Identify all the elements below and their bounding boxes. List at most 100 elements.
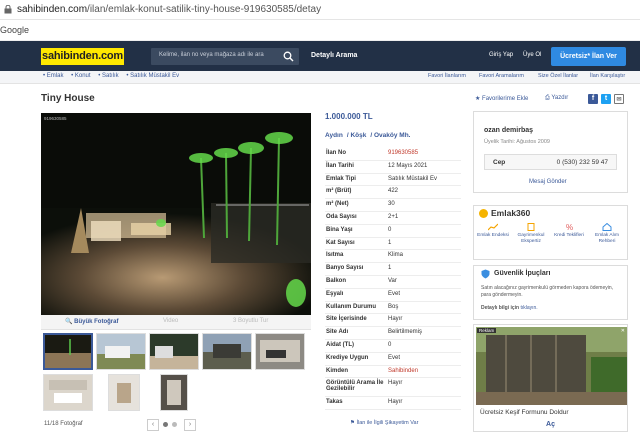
emlak360-title: Emlak360 [491, 208, 531, 218]
detail-value: 0 [388, 226, 392, 233]
location-neighborhood[interactable]: Ovaköy Mh. [374, 132, 410, 139]
expertise-link[interactable]: Gayrimenkul Ekspertiz [512, 223, 550, 245]
search-icon[interactable] [283, 51, 294, 62]
report-listing-link[interactable]: ⚑ İlan ile İlgili Şikayetim Var [350, 420, 418, 426]
detail-key: İlan No [326, 150, 347, 156]
phone-box[interactable]: Cep 0 (530) 232 59 47 [484, 154, 617, 170]
3d-tour-button[interactable]: 3 Boyutlu Tur [233, 318, 268, 324]
buying-guide-link[interactable]: Emlak Alım Rehberi [588, 223, 626, 245]
night-garden-image [41, 113, 311, 315]
thumbnail[interactable] [43, 333, 93, 370]
detail-value: Sahibinden [388, 367, 419, 374]
mail-icon[interactable]: ✉ [614, 94, 624, 104]
bookmarks-bar: Google [0, 20, 640, 41]
detail-value: Hayır [388, 316, 403, 323]
clipboard-icon [527, 223, 535, 231]
detail-key: Balkon [326, 277, 347, 284]
detail-row: Görüntülü Arama İle Gezilebilir Hayır [325, 378, 461, 398]
photo-counter: 11/18 Fotoğraf [44, 421, 83, 427]
credit-offers-link[interactable]: % Kredi Teklifleri [550, 223, 588, 239]
send-message-link[interactable]: Mesaj Gönder [529, 179, 567, 185]
detail-row: Takas Hayır [325, 397, 461, 411]
detail-row: m² (Brüt) 422 [325, 186, 461, 200]
facebook-icon[interactable]: f [588, 94, 598, 104]
detail-row: İlan Tarihi 12 Mayıs 2021 [325, 161, 461, 174]
detail-key: Takas [326, 399, 343, 406]
detail-row: Oda Sayısı 2+1 [325, 212, 461, 225]
thumbnail[interactable] [160, 374, 188, 411]
security-more-info: Detaylı bilgi için tıklayın. [481, 305, 538, 311]
compare-listings-link[interactable]: İlan Karşılaştır [590, 73, 625, 79]
thumbnail[interactable] [255, 333, 305, 370]
seller-card: ozan demirbaş Üyelik Tarihi: Ağustos 200… [473, 111, 628, 193]
detail-value: 12 Mayıs 2021 [388, 162, 428, 169]
chart-icon [488, 223, 498, 231]
detail-key: Kullanım Durumu [326, 303, 377, 310]
click-here-link[interactable]: tıklayın. [520, 305, 537, 311]
detail-key: Kimden [326, 367, 349, 374]
detail-row: Site Adı Belirtilmemiş [325, 327, 461, 340]
breadcrumb-mustakil-ev[interactable]: • Satılık Müstakil Ev [126, 73, 179, 79]
ad-open-button[interactable]: Aç [474, 421, 627, 428]
detail-value: 422 [388, 188, 399, 195]
detail-value: 0 [388, 341, 392, 348]
bookmark-google[interactable]: Google [0, 25, 29, 35]
percent-icon: % [566, 223, 573, 231]
thumbnail[interactable] [108, 374, 140, 411]
next-photo-button[interactable]: › [184, 419, 196, 431]
post-ad-button[interactable]: Ücretsiz* İlan Ver [551, 47, 626, 66]
detail-value: 2+1 [388, 213, 399, 220]
thumbnail[interactable] [202, 333, 252, 370]
detail-row: Emlak Tipi Satılık Müstakil Ev [325, 174, 461, 187]
membership-date: Üyelik Tarihi: Ağustos 2009 [484, 139, 550, 145]
favorite-listings-link[interactable]: Favori İlanlarım [428, 73, 466, 79]
signup-link[interactable]: Üye Ol [523, 52, 541, 58]
detail-row: Banyo Sayısı 1 [325, 263, 461, 276]
location-district[interactable]: Köşk [350, 132, 366, 139]
detail-value: Satılık Müstakil Ev [388, 175, 438, 182]
special-listings-link[interactable]: Size Özel İlanlar [538, 73, 578, 79]
seller-name[interactable]: ozan demirbaş [484, 127, 533, 134]
detail-key: Isıtma [326, 252, 344, 259]
emlak-index-link[interactable]: Emlak Endeksi [474, 223, 512, 239]
detailed-search-link[interactable]: Detaylı Arama [311, 52, 357, 59]
video-button[interactable]: Video [163, 318, 178, 324]
favorite-searches-link[interactable]: Favori Aramalarım [479, 73, 524, 79]
detail-value: 1 [388, 265, 392, 272]
thumbnail[interactable] [43, 374, 93, 411]
detail-value: Klima [388, 252, 404, 259]
site-logo[interactable]: sahibinden.com [41, 48, 124, 65]
detail-value: Boş [388, 303, 399, 310]
detail-key: İlan Tarihi [326, 162, 354, 169]
price: 1.000.000 TL [325, 112, 373, 121]
login-link[interactable]: Giriş Yap [489, 52, 513, 58]
detail-value: 30 [388, 201, 395, 208]
breadcrumb-konut[interactable]: • Konut [71, 73, 90, 79]
lock-icon [4, 5, 12, 14]
address-bar[interactable]: sahibinden.com/ilan/emlak-konut-satilik-… [0, 0, 640, 20]
thumbnail[interactable] [149, 333, 199, 370]
detail-row: Isıtma Klima [325, 250, 461, 264]
main-photo[interactable] [41, 113, 311, 315]
ad-image[interactable]: Reklam ✕ [476, 327, 627, 405]
large-photo-button[interactable]: 🔍 Büyük Fotoğraf [65, 318, 118, 325]
detail-row: Kimden Sahibinden [325, 366, 461, 379]
breadcrumb-emlak[interactable]: • Emlak [43, 73, 63, 79]
advertisement[interactable]: Reklam ✕ Ücretsiz Keşif Formunu Doldur A… [473, 324, 628, 432]
thumbnail[interactable] [96, 333, 146, 370]
svg-text:%: % [566, 223, 573, 231]
add-favorite-link[interactable]: ★ Favorilerime Ekle [475, 95, 528, 102]
ad-label: Reklam [477, 328, 497, 333]
detail-value: Hayır [388, 380, 403, 387]
location-city[interactable]: Aydın [325, 132, 343, 139]
details-table: İlan No 919630585 İlan Tarihi 12 Mayıs 2021… [325, 148, 461, 411]
search-input[interactable]: Kelime, ilan no veya mağaza adı ile ara [151, 48, 299, 65]
location: Aydın / Köşk / Ovaköy Mh. [325, 132, 411, 139]
close-ad-icon[interactable]: ✕ [621, 328, 625, 334]
print-link[interactable]: ⎙ Yazdır [545, 95, 568, 102]
detail-row: Aidat (TL) 0 [325, 340, 461, 353]
breadcrumb-satilik[interactable]: • Satılık [98, 73, 118, 79]
twitter-icon[interactable]: t [601, 94, 611, 104]
detail-value: 1 [388, 239, 392, 246]
prev-photo-button[interactable]: ‹ [147, 419, 159, 431]
